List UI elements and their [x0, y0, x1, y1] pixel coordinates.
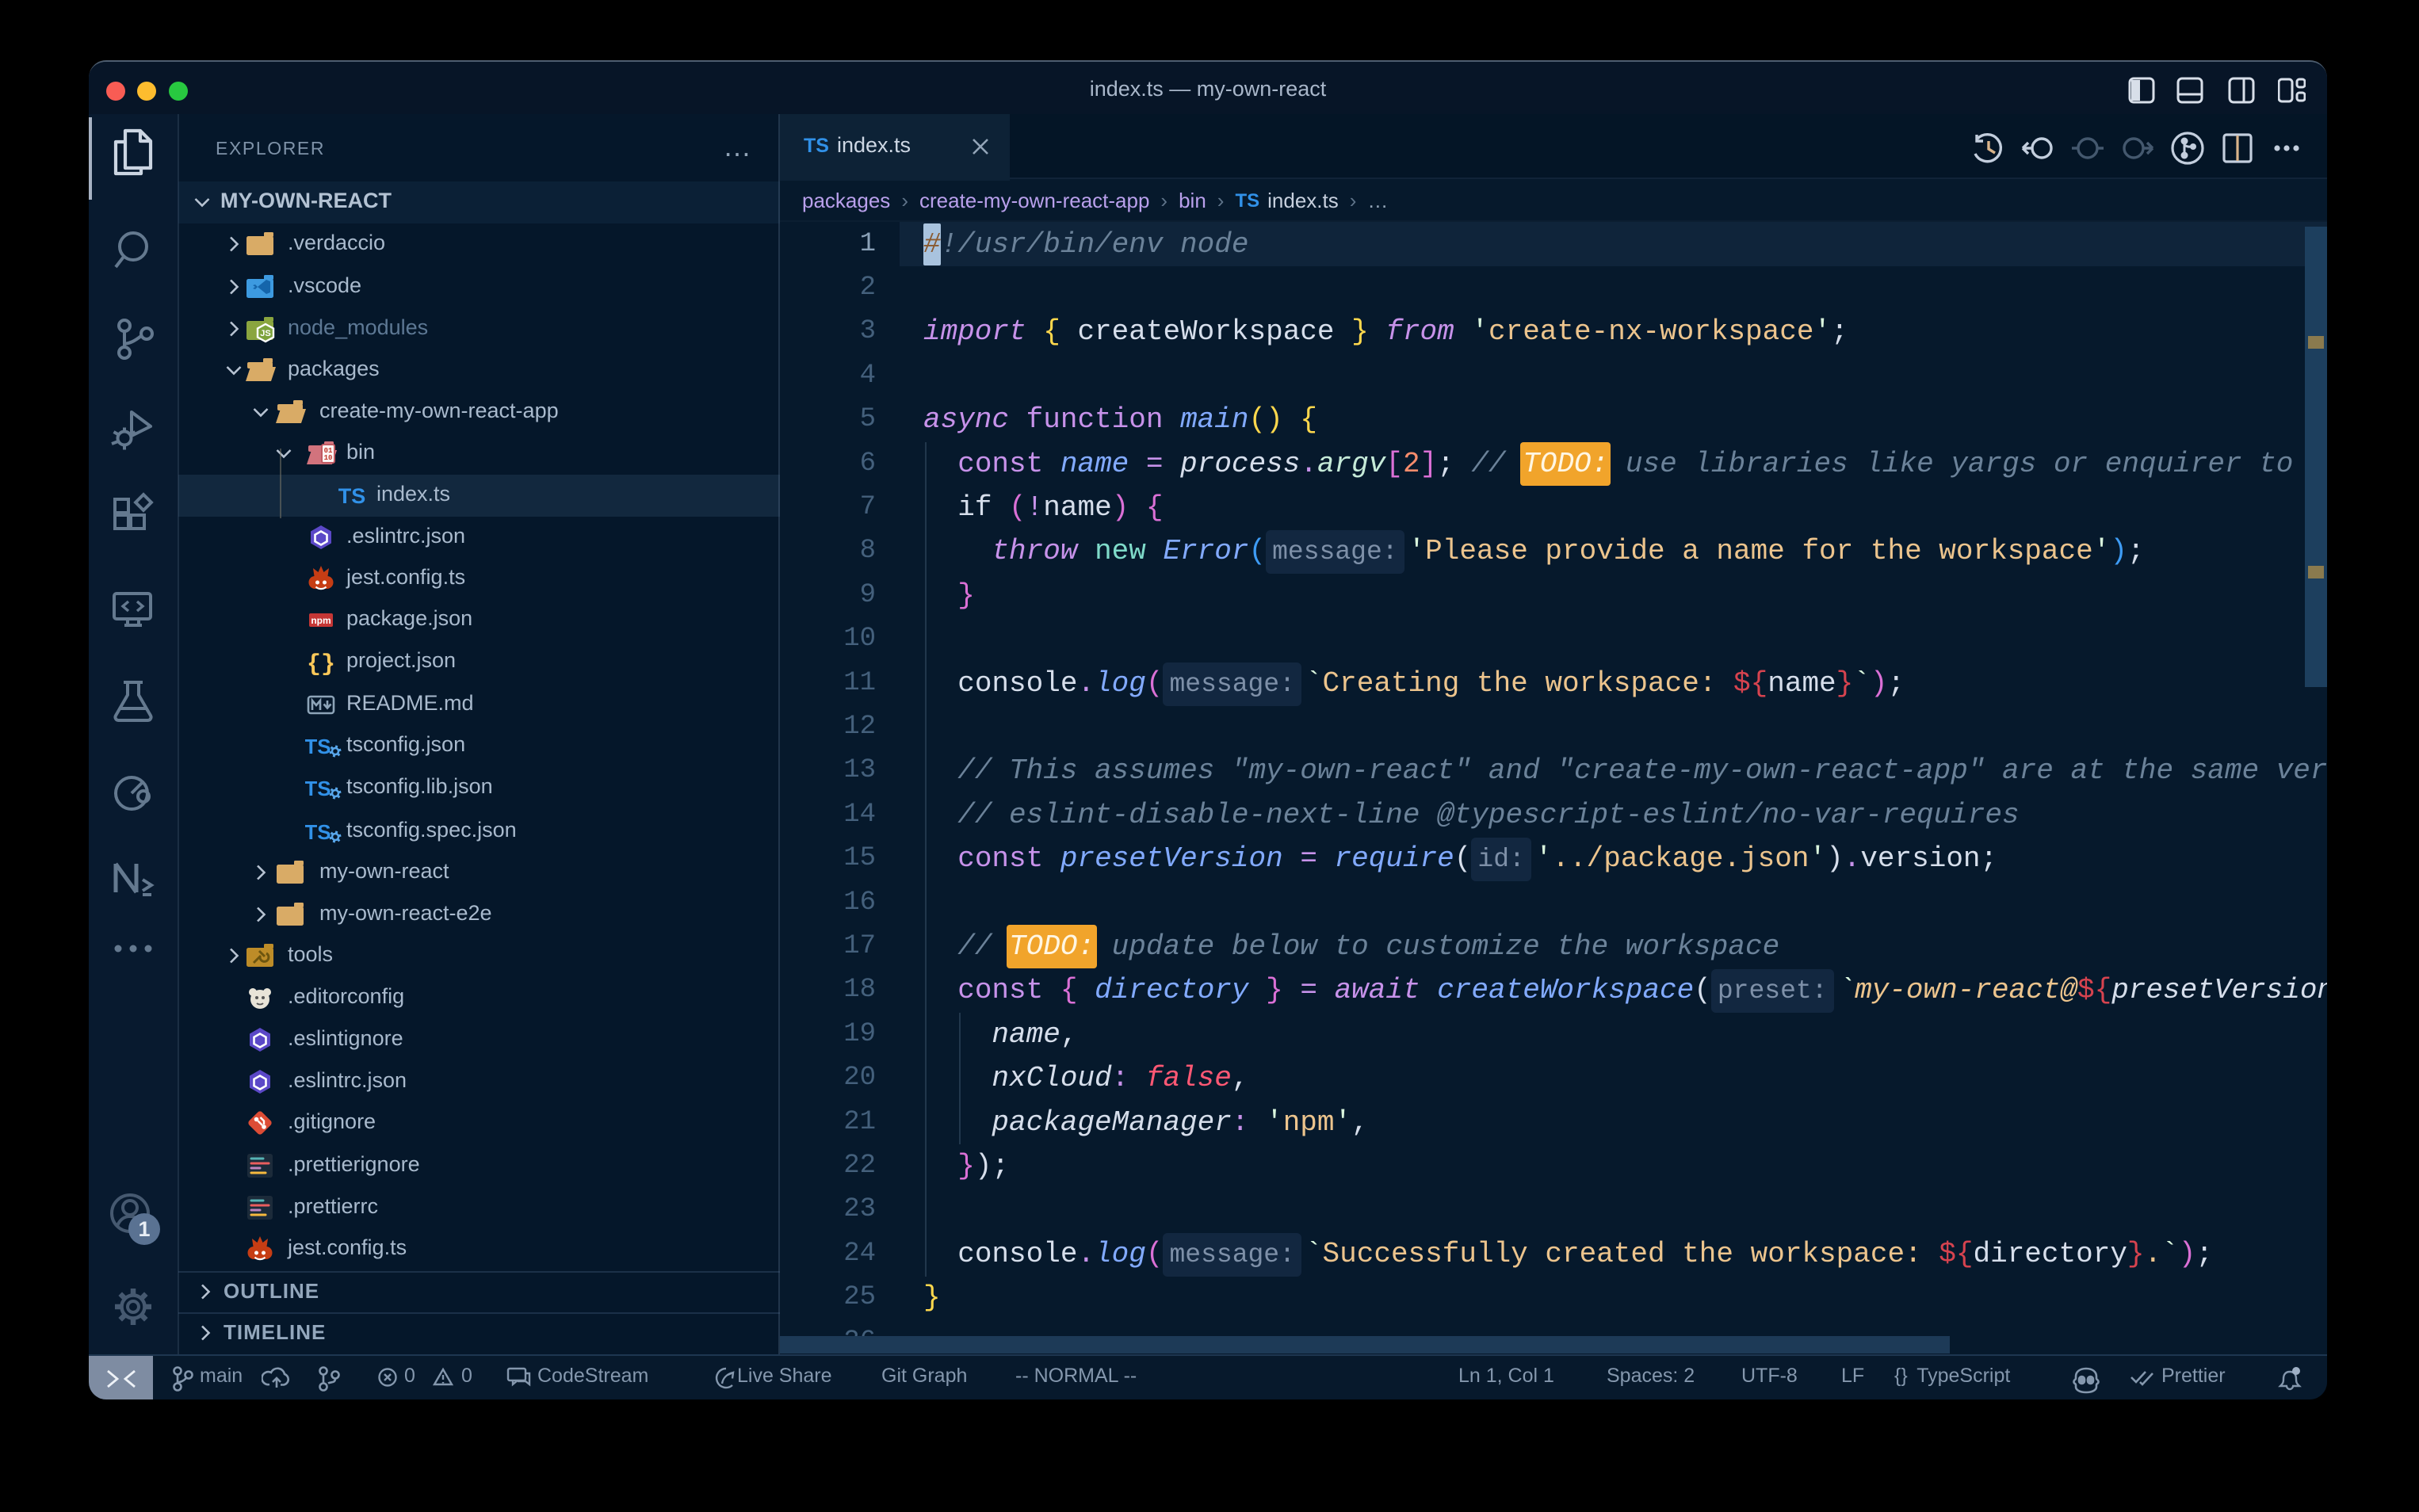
svg-text:npm: npm: [311, 615, 331, 626]
svg-text:{}: {}: [307, 651, 335, 678]
svg-text:JS: JS: [260, 329, 270, 338]
svg-text:TS: TS: [305, 820, 331, 844]
svg-text:10: 10: [324, 454, 333, 462]
svg-text:TS: TS: [305, 735, 331, 758]
svg-text:TS: TS: [305, 777, 331, 800]
svg-text:TS: TS: [338, 484, 366, 508]
svg-text:1: 1: [138, 1217, 150, 1241]
